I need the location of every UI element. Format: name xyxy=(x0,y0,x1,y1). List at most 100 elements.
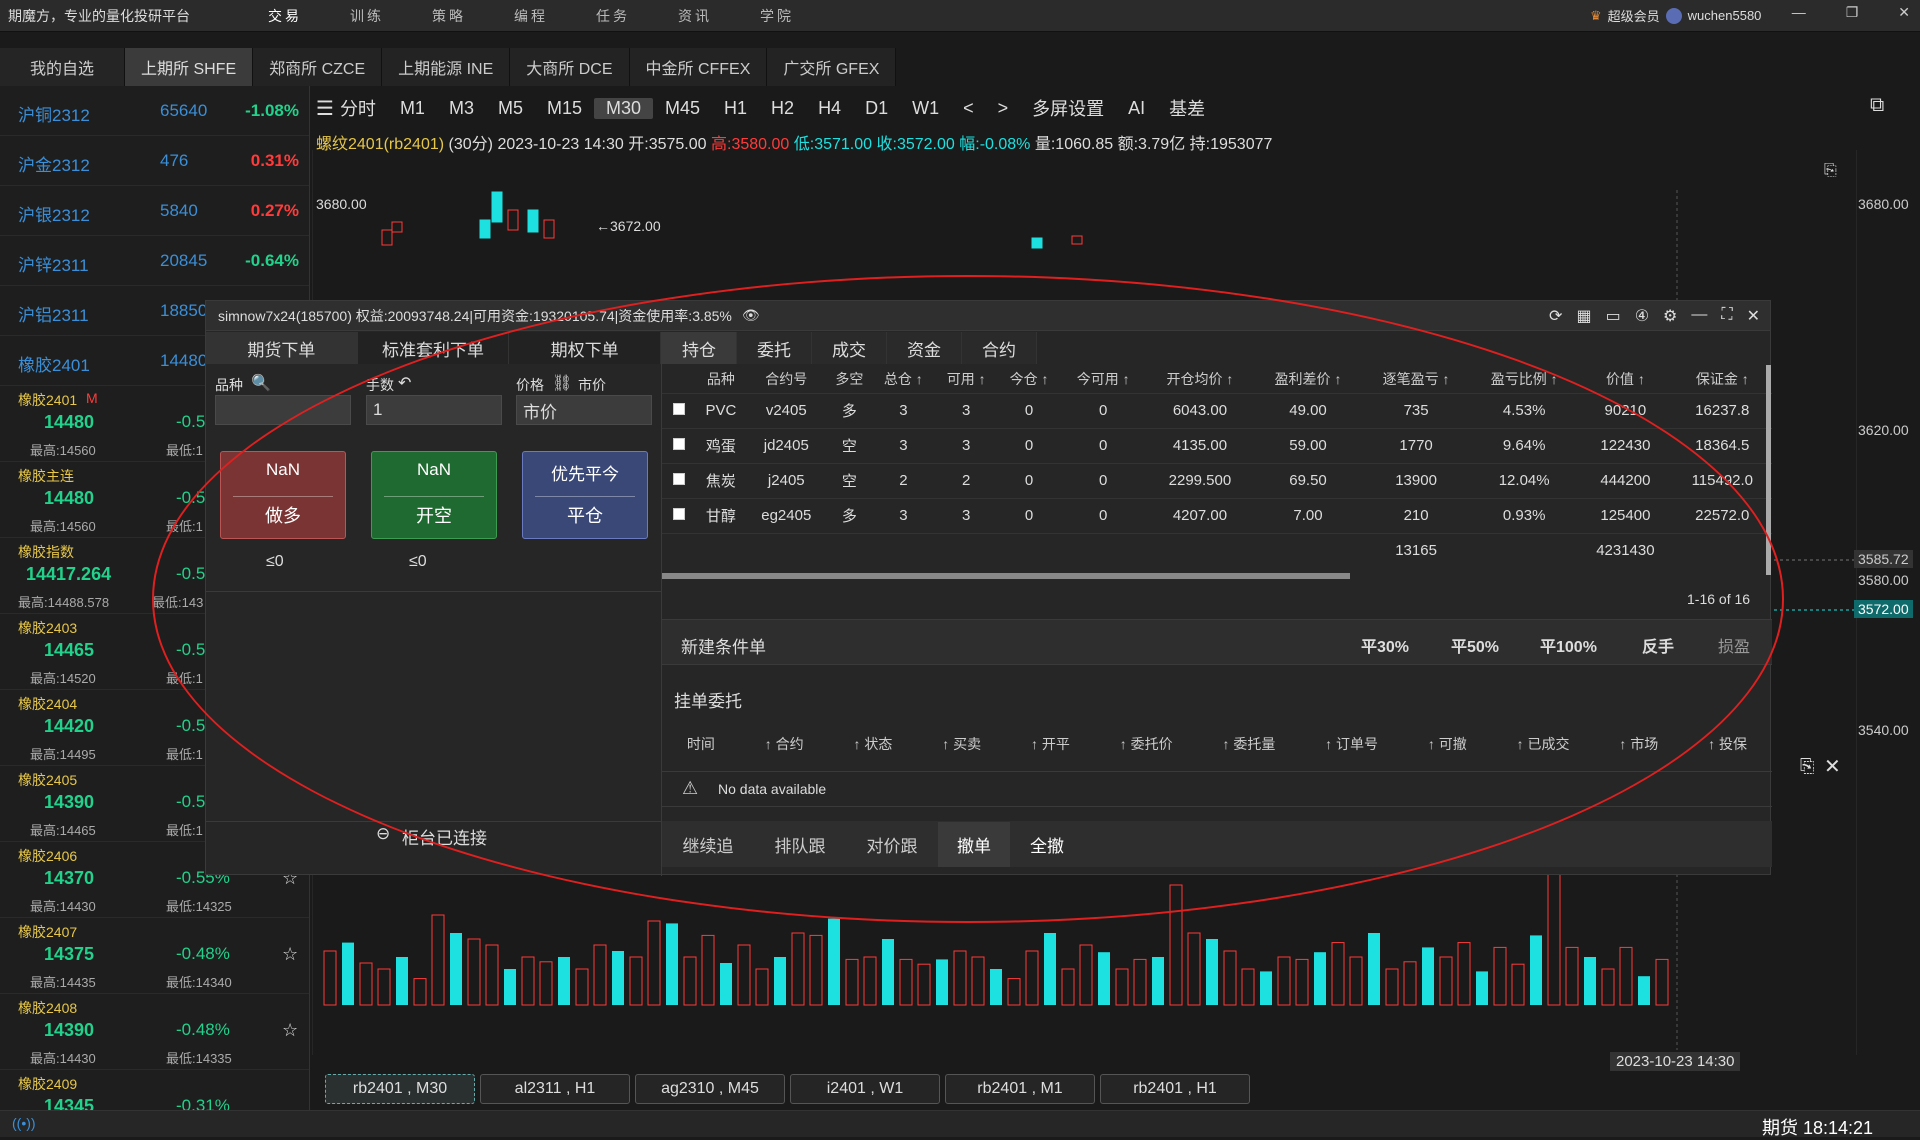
col-header[interactable]: ↑ 状态 xyxy=(854,734,893,754)
watch-card[interactable]: 橡胶2408 14390 -0.48% 最高:14430 最低:14335 ☆ xyxy=(0,994,309,1070)
table-row[interactable]: 鸡蛋 jd2405 空3 30 0 4135.00 59.00 1770 9.64% 1… xyxy=(662,427,1772,463)
tab-ine[interactable]: 上期能源 INE xyxy=(382,48,511,86)
table-row[interactable]: 甘醇 eg2405 多3 30 0 4207.00 7.00 210 0.93% 125… xyxy=(662,497,1772,533)
col-header[interactable]: ↑ 开平 xyxy=(1031,734,1070,754)
row-checkbox[interactable] xyxy=(673,473,685,485)
col-header[interactable]: 今仓 ↑ xyxy=(998,365,1061,393)
watch-card[interactable]: 橡胶2407 14375 -0.48% 最高:14435 最低:14340 ☆ xyxy=(0,918,309,994)
copy-icon[interactable]: ⎘ xyxy=(1800,756,1814,777)
star-icon[interactable]: ☆ xyxy=(282,944,298,965)
watch-row[interactable]: 沪锌2311 20845 -0.64% xyxy=(0,236,309,286)
watch-row[interactable]: 沪银2312 5840 0.27% xyxy=(0,186,309,236)
link-icon[interactable]: ⛓ xyxy=(552,373,572,393)
col-header[interactable]: ↑ 可撤 xyxy=(1428,734,1467,754)
search-icon[interactable]: 🔍 xyxy=(251,373,271,393)
tf-m30[interactable]: M30 xyxy=(594,97,654,119)
table-row[interactable]: 焦炭 j2405 空2 20 0 2299.500 69.50 13900 12.04… xyxy=(662,462,1772,498)
chart-tab[interactable]: al2311 , H1 xyxy=(480,1074,630,1104)
tab-czce[interactable]: 郑商所 CZCE xyxy=(253,48,383,86)
col-header[interactable]: ↑ 合约 xyxy=(765,734,804,754)
prev-icon[interactable]: < xyxy=(951,98,986,119)
nav-train[interactable]: 训练 xyxy=(326,6,408,26)
col-header[interactable]: ↑ 委托价 xyxy=(1120,734,1173,754)
money-icon[interactable]: ▭ xyxy=(1606,306,1621,326)
col-header[interactable]: 总仓 ↑ xyxy=(872,365,935,393)
tf-d1[interactable]: D1 xyxy=(853,98,900,119)
col-header[interactable]: 开仓均价 ↑ xyxy=(1146,365,1254,393)
col-header[interactable]: 多空 xyxy=(827,365,872,393)
grid-icon[interactable]: ▦ xyxy=(1576,306,1591,326)
col-header[interactable]: 合约号 xyxy=(746,365,827,393)
tab-futures-order[interactable]: 期货下单 xyxy=(206,332,358,364)
tf-w1[interactable]: W1 xyxy=(900,98,951,119)
tab-positions[interactable]: 持仓 xyxy=(662,332,737,364)
user-box[interactable]: ♛ 超级会员 wuchen5580 xyxy=(1590,6,1761,25)
layout-icon[interactable]: ⧉ xyxy=(1870,94,1884,117)
col-header[interactable]: ↑ 订单号 xyxy=(1325,734,1378,754)
stop-profit-button[interactable]: 损盈 xyxy=(1718,633,1750,657)
next-icon[interactable]: > xyxy=(986,98,1021,119)
nav-strategy[interactable]: 策略 xyxy=(408,6,490,26)
close-50-button[interactable]: 平50% xyxy=(1451,633,1499,657)
buy-long-button[interactable]: NaN 做多 xyxy=(220,451,346,539)
tab-gfex[interactable]: 广交所 GFEX xyxy=(767,48,897,86)
tf-tick[interactable]: 分时 xyxy=(338,95,388,121)
tf-h4[interactable]: H4 xyxy=(806,98,853,119)
close-30-button[interactable]: 平30% xyxy=(1361,633,1409,657)
copy-icon[interactable]: ⎘ xyxy=(1824,162,1837,180)
tab-trades[interactable]: 成交 xyxy=(812,332,887,364)
nav-trade[interactable]: 交易 xyxy=(244,6,326,26)
nav-academy[interactable]: 学院 xyxy=(736,6,818,26)
reverse-button[interactable]: 反手 xyxy=(1642,633,1674,657)
tab-option-order[interactable]: 期权下单 xyxy=(509,332,662,364)
variety-input[interactable] xyxy=(215,395,351,425)
price-input[interactable]: 市价 xyxy=(516,395,652,425)
basis-button[interactable]: 基差 xyxy=(1157,95,1217,121)
nav-news[interactable]: 资讯 xyxy=(654,6,736,26)
chase-button[interactable]: 继续追 xyxy=(662,832,754,857)
col-header[interactable]: ↑ 市场 xyxy=(1619,734,1658,754)
tab-dce[interactable]: 大商所 DCE xyxy=(510,48,630,86)
menu-icon[interactable]: ☰ xyxy=(312,96,338,121)
tf-m5[interactable]: M5 xyxy=(486,98,535,119)
maximize-icon[interactable]: ⛶ xyxy=(1721,306,1732,326)
watch-card[interactable]: 橡胶2409 14345 -0.31% xyxy=(0,1070,309,1110)
col-header[interactable]: 保证金 ↑ xyxy=(1673,365,1772,393)
col-header[interactable]: 时间 xyxy=(687,734,715,754)
tf-h1[interactable]: H1 xyxy=(712,98,759,119)
col-header[interactable]: ↑ 委托量 xyxy=(1222,734,1275,754)
tab-funds[interactable]: 资金 xyxy=(887,332,962,364)
nav-code[interactable]: 编程 xyxy=(490,6,572,26)
close-icon[interactable]: ✕ xyxy=(1898,4,1910,21)
ai-button[interactable]: AI xyxy=(1116,98,1157,119)
col-header[interactable]: 盈亏比例 ↑ xyxy=(1470,365,1578,393)
eye-icon[interactable]: 👁 xyxy=(742,307,760,324)
col-header[interactable]: ↑ 买卖 xyxy=(942,734,981,754)
tf-m1[interactable]: M1 xyxy=(388,98,437,119)
col-header[interactable]: 可用 ↑ xyxy=(935,365,998,393)
tab-spread-order[interactable]: 标准套利下单 xyxy=(358,332,510,364)
avatar[interactable] xyxy=(1665,7,1682,24)
tab-cffex[interactable]: 中金所 CFFEX xyxy=(629,48,768,86)
col-header[interactable]: 品种 xyxy=(696,365,746,393)
tab-shfe[interactable]: 上期所 SHFE xyxy=(125,48,254,86)
qty-input[interactable]: 1 xyxy=(366,395,502,425)
col-header[interactable]: 盈利差价 ↑ xyxy=(1254,365,1362,393)
close-100-button[interactable]: 平100% xyxy=(1540,633,1597,657)
gear-icon[interactable]: ⚙ xyxy=(1663,306,1677,326)
chart-tab[interactable]: rb2401 , M30 xyxy=(325,1074,475,1104)
new-conditional-order-button[interactable]: 新建条件单 xyxy=(681,633,766,658)
minimize-icon[interactable]: — xyxy=(1691,306,1707,326)
row-checkbox[interactable] xyxy=(673,438,685,450)
row-checkbox[interactable] xyxy=(673,403,685,415)
tab-favorites[interactable]: 我的自选 xyxy=(0,48,125,86)
vertical-scrollbar[interactable] xyxy=(1766,365,1771,575)
restore-icon[interactable]: ❐ xyxy=(1846,4,1859,21)
chart-tab[interactable]: i2401 , W1 xyxy=(790,1074,940,1104)
cancel-order-button[interactable]: 撤单 xyxy=(938,821,1010,867)
star-icon[interactable]: ☆ xyxy=(282,1020,298,1041)
counter-follow-button[interactable]: 对价跟 xyxy=(846,832,938,857)
horizontal-scrollbar[interactable] xyxy=(662,573,1350,579)
badge-icon[interactable]: ④ xyxy=(1635,306,1649,326)
close-position-button[interactable]: 优先平今 平仓 xyxy=(522,451,648,539)
